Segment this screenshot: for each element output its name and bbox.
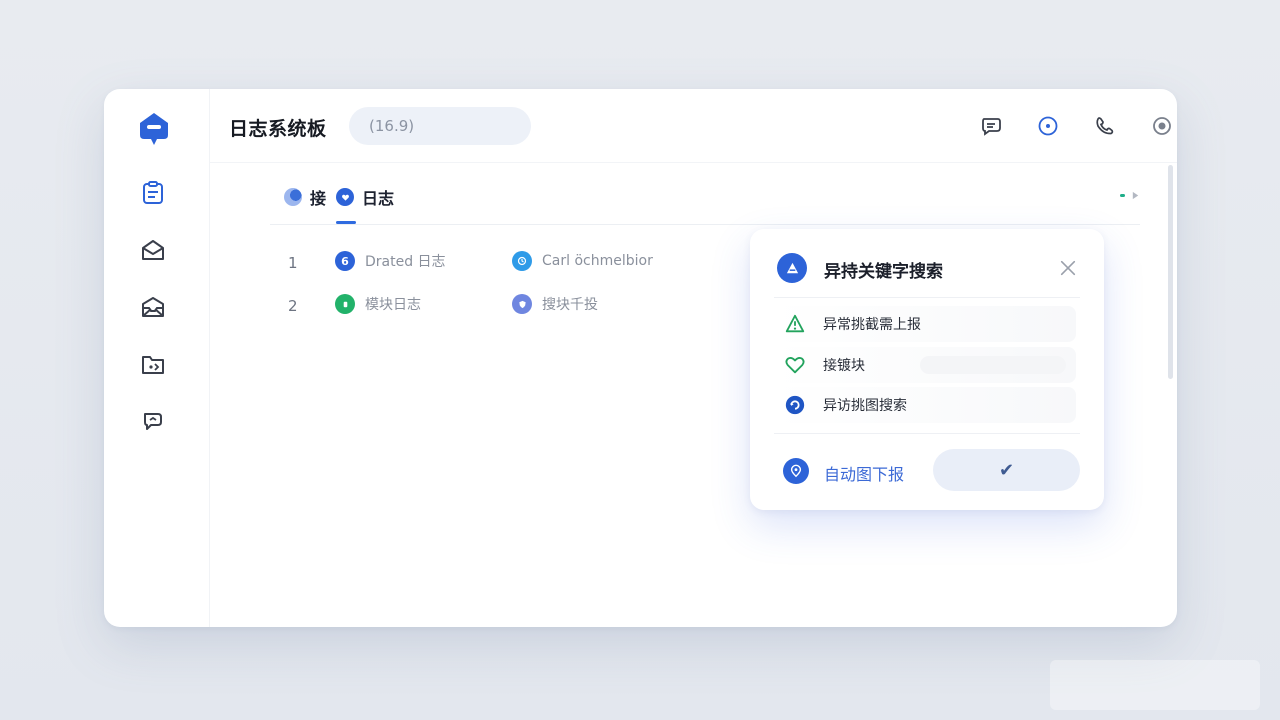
check-icon: ✔ bbox=[998, 459, 1015, 480]
cell-text: 搜块千投 bbox=[542, 297, 598, 313]
search-input[interactable] bbox=[349, 107, 531, 145]
confirm-button[interactable]: ✔ bbox=[933, 449, 1080, 491]
sidebar-item-inbox[interactable] bbox=[138, 292, 168, 322]
location-pin-icon bbox=[783, 458, 809, 484]
row-cell[interactable]: Carl öchmelbior bbox=[512, 251, 653, 271]
tab-bar: 接 日志 bbox=[270, 163, 1140, 225]
row-cell[interactable]: 模块日志 bbox=[335, 294, 421, 314]
sidebar-item-mail[interactable] bbox=[138, 235, 168, 265]
status-indicator bbox=[1120, 194, 1125, 197]
cell-text: Carl öchmelbior bbox=[542, 253, 653, 269]
refresh-icon bbox=[783, 393, 807, 417]
row-number: 2 bbox=[288, 297, 298, 315]
divider bbox=[774, 433, 1080, 434]
sidebar-item-clipboard[interactable] bbox=[138, 178, 168, 208]
record-button[interactable] bbox=[1147, 111, 1177, 141]
panel-option-image-search[interactable]: 异访挑图搜索 bbox=[774, 387, 1076, 423]
heart-shield-icon bbox=[336, 188, 354, 206]
clipboard-icon bbox=[143, 181, 163, 204]
chat-bot-button[interactable] bbox=[976, 111, 1006, 141]
panel-title: 异持关键字搜索 bbox=[824, 262, 943, 282]
option-label: 接镀块 bbox=[823, 358, 865, 374]
keyword-search-panel: 异持关键字搜索 异常挑截需上报 接镀块 异访挑图搜索 自动图下报 ✔ bbox=[750, 229, 1104, 510]
option-label: 异常挑截需上报 bbox=[823, 317, 921, 333]
alert-cone-icon bbox=[777, 253, 807, 283]
inbox-icon bbox=[142, 297, 164, 317]
chat-bot-icon bbox=[982, 118, 1001, 136]
option-label: 异访挑图搜索 bbox=[823, 398, 907, 414]
tab-label: 日志 bbox=[362, 189, 395, 208]
panel-option-connect[interactable]: 接镀块 bbox=[774, 347, 1076, 383]
tab-logs[interactable]: 日志 bbox=[336, 185, 394, 209]
table-row[interactable]: 2 模块日志 搜块千投 bbox=[288, 292, 748, 322]
phone-button[interactable] bbox=[1090, 111, 1120, 141]
top-bar: 日志系统板 bbox=[210, 89, 1177, 163]
folder-icon bbox=[142, 356, 164, 374]
background-shape bbox=[1050, 660, 1260, 710]
clock-icon bbox=[512, 251, 532, 271]
cell-text: 模块日志 bbox=[365, 297, 421, 313]
row-cell[interactable]: 6 Drated 日志 bbox=[335, 251, 446, 271]
shield-icon bbox=[512, 294, 532, 314]
caret-right-icon[interactable] bbox=[1131, 191, 1140, 200]
pie-icon bbox=[284, 188, 302, 206]
sidebar-item-folder[interactable] bbox=[138, 349, 168, 379]
tab-label: 接 bbox=[310, 189, 327, 208]
cell-text: Drated 日志 bbox=[365, 254, 446, 270]
warning-triangle-icon bbox=[783, 312, 807, 336]
sidebar bbox=[104, 89, 210, 627]
target-button[interactable] bbox=[1033, 111, 1063, 141]
tab-scroll-controls[interactable] bbox=[1120, 191, 1140, 200]
panel-option-exception[interactable]: 异常挑截需上报 bbox=[774, 306, 1076, 342]
vertical-scrollbar[interactable] bbox=[1168, 165, 1173, 379]
chat-bubbles-icon bbox=[144, 413, 162, 430]
phone-icon bbox=[1096, 117, 1114, 135]
number-badge-icon: 6 bbox=[335, 251, 355, 271]
option-placeholder-bar bbox=[920, 356, 1066, 374]
tab-connect[interactable]: 接 bbox=[284, 185, 326, 209]
mail-open-icon bbox=[142, 240, 164, 260]
table-row[interactable]: 1 6 Drated 日志 Carl öchmelbior bbox=[288, 249, 748, 279]
close-icon bbox=[1060, 260, 1076, 276]
target-icon bbox=[1038, 116, 1058, 136]
heart-icon bbox=[783, 353, 807, 377]
module-icon bbox=[335, 294, 355, 314]
page-title: 日志系统板 bbox=[229, 118, 327, 140]
row-cell[interactable]: 搜块千投 bbox=[512, 294, 598, 314]
divider bbox=[774, 297, 1080, 298]
sidebar-item-chat[interactable] bbox=[138, 406, 168, 436]
logo-icon bbox=[137, 111, 171, 147]
record-icon bbox=[1153, 117, 1171, 135]
close-button[interactable] bbox=[1056, 256, 1080, 280]
active-tab-indicator bbox=[336, 221, 356, 224]
auto-report-link[interactable]: 自动图下报 bbox=[824, 461, 904, 485]
row-number: 1 bbox=[288, 254, 298, 272]
